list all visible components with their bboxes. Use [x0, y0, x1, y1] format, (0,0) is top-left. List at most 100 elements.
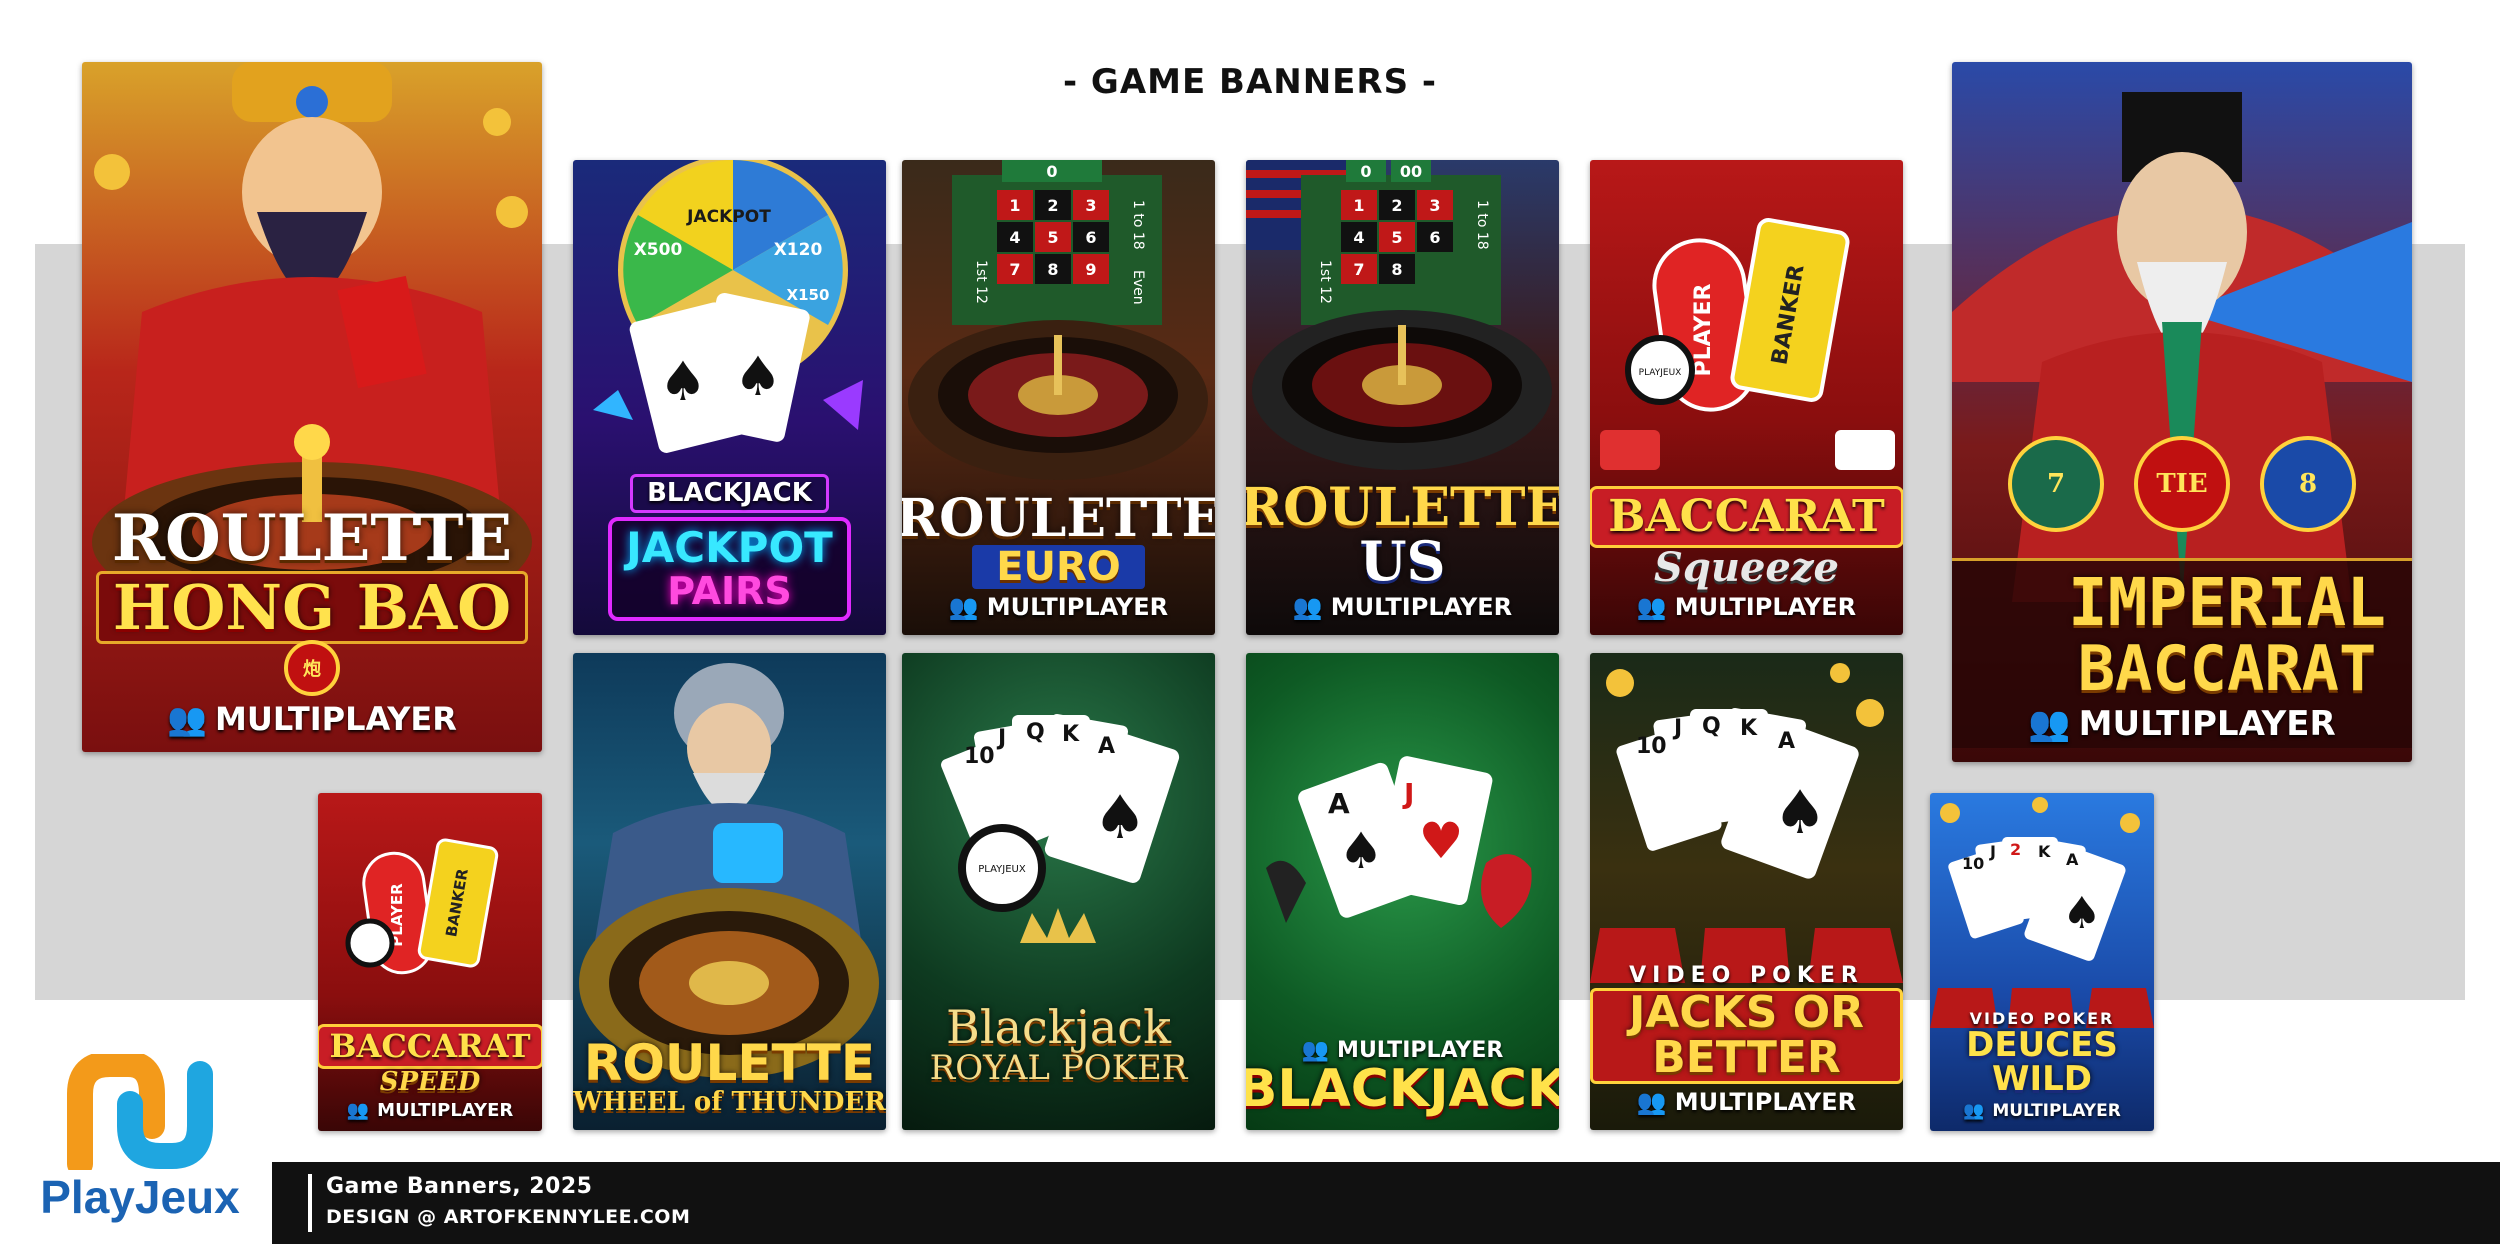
- banner-deuces-wild[interactable]: 10 J 2 K A ♠ VIDEO POKER DEUCES WILD 👥 MU…: [1930, 793, 2154, 1131]
- card-rank: J: [1402, 777, 1414, 810]
- people-icon: 👥: [346, 1100, 370, 1121]
- banner-title: BLACKJACK: [1246, 1058, 1559, 1119]
- multiplayer-label: 👥 MULTIPLAYER: [1636, 1088, 1857, 1116]
- banner-tag: VIDEO POKER: [1629, 963, 1864, 989]
- heart-icon: ♥: [1419, 812, 1464, 870]
- spade-icon: ♠: [734, 345, 782, 408]
- banner-title: ROULETTE: [1246, 476, 1559, 538]
- badge-seven: 7: [2008, 436, 2104, 533]
- board-cell-zero: 0: [1046, 162, 1057, 181]
- chip-label: PLAYJEUX: [978, 864, 1026, 875]
- card-rank: 2: [2010, 840, 2021, 859]
- board-cell: 6: [1429, 228, 1440, 247]
- board-cell: 8: [1047, 260, 1058, 279]
- board-cell: 4: [1009, 228, 1020, 247]
- banner-blackjack-jackpot-pairs[interactable]: JACKPOT X120 X150 X500 ♠ ♠ BLACKJACK JAC…: [573, 160, 886, 635]
- wheel-label-jackpot: JACKPOT: [686, 207, 771, 227]
- multiplayer-label: 👥 MULTIPLAYER: [948, 593, 1169, 621]
- card-rank: K: [1740, 716, 1758, 741]
- board-cell: 8: [1391, 260, 1402, 279]
- wheel-label-x500: X500: [634, 240, 683, 260]
- banner-title: ROULETTE: [111, 500, 513, 576]
- banner-subtitle: WHEEL of THUNDER: [573, 1087, 886, 1118]
- board-cell: 5: [1047, 228, 1058, 247]
- brand-name: PlayJeux: [40, 1171, 240, 1223]
- spade-icon: ♠: [1339, 822, 1384, 880]
- card-rank: J: [1989, 842, 1996, 861]
- banner-subtitle: SPEED: [379, 1067, 481, 1098]
- banner-imperial-baccarat[interactable]: 7 TIE 8 IMPERIAL BACCARAT 👥 MULTIPLAYER: [1952, 62, 2412, 762]
- footer-title: Game Banners, 2025: [326, 1174, 593, 1199]
- card-rank: 10: [1636, 734, 1667, 759]
- banner-subtitle: HONG BAO: [95, 570, 529, 644]
- portfolio-sheet: - GAME BANNERS - ROULETTE HONG BAO 炮 👥 MU…: [0, 0, 2500, 1244]
- banner-roulette-us[interactable]: 0 00 1 2 3 4 5 6 7 8 1st 12 1 to 18 ROUL…: [1246, 160, 1559, 635]
- board-label-1-to-18: 1 to 18: [1130, 200, 1146, 250]
- banner-subtitle: US: [1359, 528, 1446, 593]
- card-rank: Q: [1702, 714, 1721, 739]
- card-rank: A: [2066, 850, 2079, 869]
- multiplayer-label: 👥 MULTIPLAYER: [1636, 593, 1857, 621]
- card-rank: A: [1328, 787, 1350, 820]
- banner-title: JACKS OR BETTER: [1590, 988, 1903, 1084]
- card-rank: K: [2038, 842, 2051, 861]
- board-cell: 6: [1085, 228, 1096, 247]
- spade-icon: ♠: [2062, 888, 2101, 939]
- multiplayer-label: 👥 MULTIPLAYER: [1292, 593, 1513, 621]
- banner-roulette-euro[interactable]: 0 1 2 3 4 5 6 7 8 9 1st 12 1 to 18 Even …: [902, 160, 1215, 635]
- card-rank: A: [1098, 734, 1115, 759]
- playjeux-logo-mark: [67, 1051, 213, 1177]
- people-icon: 👥: [2028, 704, 2071, 744]
- banner-baccarat-squeeze[interactable]: PLAYER BANKER PLAYJEUX BACCARAT Squeeze …: [1590, 160, 1903, 635]
- banner-title: ROULETTE: [902, 487, 1215, 549]
- banner-subtitle: BACCARAT: [2077, 631, 2377, 705]
- card-rank: J: [1672, 716, 1682, 741]
- spade-icon: ♠: [1773, 778, 1827, 848]
- banner-title: JACKPOT: [626, 523, 833, 573]
- people-icon: 👥: [1636, 593, 1667, 621]
- banner-blackjack-royal-poker[interactable]: 10 J Q K A ♠ PLAYJEUX Blackjack ROYAL PO…: [902, 653, 1215, 1130]
- badge-tie: TIE: [2134, 436, 2230, 533]
- people-icon: 👥: [167, 700, 207, 738]
- banner-baccarat-speed[interactable]: PLAYER BANKER BACCARAT SPEED 👥 MULTIPLAYE…: [318, 793, 542, 1131]
- banner-title: BACCARAT: [1590, 485, 1903, 549]
- banner-roulette-wheel-of-thunder[interactable]: ROULETTE WHEEL of THUNDER: [573, 653, 886, 1130]
- card-rank: 10: [1962, 854, 1984, 873]
- board-cell: 1: [1353, 196, 1364, 215]
- board-label-even: Even: [1130, 270, 1146, 305]
- banner-subtitle: PAIRS: [667, 569, 792, 614]
- people-icon: 👥: [1292, 593, 1323, 621]
- banner-subtitle: EURO: [972, 545, 1145, 589]
- card-rank: 10: [964, 744, 995, 769]
- board-cell-zero: 0: [1360, 162, 1371, 181]
- card-rank: A: [1778, 729, 1795, 754]
- multiplayer-label: 👥 MULTIPLAYER: [1963, 1101, 2121, 1121]
- banner-title: BACCARAT: [318, 1024, 542, 1070]
- card-rank: J: [996, 726, 1006, 751]
- board-cell: 7: [1009, 260, 1020, 279]
- banner-roulette-hong-bao[interactable]: ROULETTE HONG BAO 炮 👥 MULTIPLAYER: [82, 62, 542, 752]
- banner-jacks-or-better[interactable]: 10 J Q K A ♠ VIDEO POKER JACKS OR BETTER…: [1590, 653, 1903, 1130]
- multiplayer-label: 👥 MULTIPLAYER: [167, 700, 457, 738]
- multiplayer-label: 👥 MULTIPLAYER: [2028, 704, 2336, 744]
- banner-title: IMPERIAL: [2068, 564, 2386, 642]
- banner-tag: BLACKJACK: [630, 474, 829, 514]
- chip-label: PLAYJEUX: [1639, 368, 1682, 378]
- playjeux-logo: PlayJeux: [40, 1051, 240, 1234]
- banner-title: DEUCES WILD: [1966, 1024, 2118, 1100]
- board-cell: 1: [1009, 196, 1020, 215]
- banner-subtitle: Squeeze: [1654, 544, 1839, 592]
- banner-multiplayer-blackjack[interactable]: A J ♠ ♥ 👥 MULTIPLAYER BLACKJACK: [1246, 653, 1559, 1130]
- board-cell: 4: [1353, 228, 1364, 247]
- people-icon: 👥: [1636, 1088, 1667, 1116]
- footer-divider: [308, 1174, 312, 1232]
- board-label-1st-12: 1st 12: [973, 260, 989, 304]
- wheel-label-x150: X150: [787, 286, 830, 304]
- board-label-1-to-18: 1 to 18: [1474, 200, 1490, 250]
- footer-credit: DESIGN @ ARTOFKENNYLEE.COM: [326, 1206, 691, 1228]
- people-icon: 👥: [948, 593, 979, 621]
- board-cell: 3: [1085, 196, 1096, 215]
- banner-title: ROULETTE: [583, 1034, 876, 1093]
- hong-bao-badge: 炮: [284, 640, 340, 696]
- board-cell-double-zero: 00: [1400, 162, 1422, 181]
